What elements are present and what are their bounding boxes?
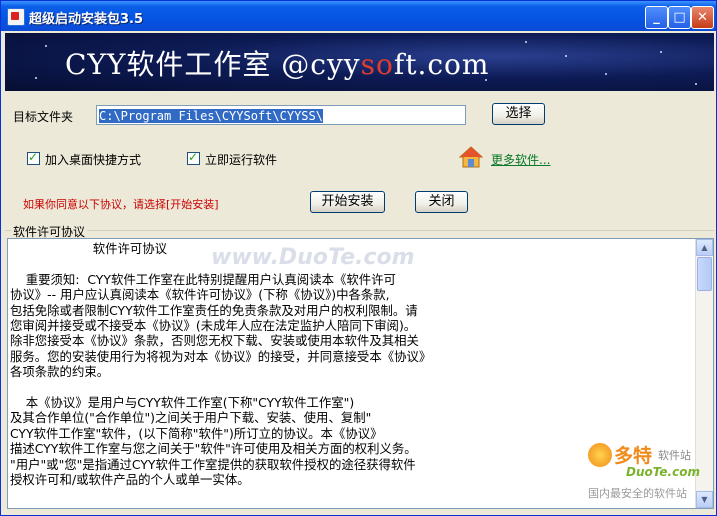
desktop-shortcut-label[interactable]: 加入桌面快捷方式 [45, 151, 141, 168]
more-software-link[interactable]: 更多软件... [491, 151, 550, 168]
target-folder-label: 目标文件夹 [13, 110, 74, 124]
title-bar[interactable]: 超级启动安装包3.5 _ □ ✕ [1, 1, 716, 31]
target-folder-path: C:\Program Files\CYYSoft\CYYSS\ [99, 109, 323, 123]
window-title: 超级启动安装包3.5 [29, 12, 144, 27]
agreement-notice: 如果你同意以下协议，请选择[开始安装] [23, 198, 219, 211]
run-now-checkbox[interactable] [187, 150, 200, 165]
watermark-corner-url: DuoTe.com [626, 465, 700, 479]
browse-button[interactable]: 选择 [492, 103, 545, 125]
watermark-corner: 多特 软件站 DuoTe.com 国内最安全的软件站 [586, 439, 716, 504]
watermark-corner-slogan: 国内最安全的软件站 [588, 487, 687, 500]
desktop-shortcut-checkbox[interactable] [27, 150, 40, 165]
start-install-button[interactable]: 开始安装 [310, 191, 385, 213]
watermark-corner-sub: 软件站 [658, 449, 691, 462]
run-now-label[interactable]: 立即运行软件 [205, 151, 277, 168]
banner-text-highlight: so [360, 48, 394, 81]
scroll-thumb[interactable] [697, 257, 712, 291]
banner-text: CYY软件工作室 @cyysoft.com [65, 43, 489, 83]
header-banner: CYY软件工作室 @cyysoft.com [5, 33, 714, 91]
scroll-up-button[interactable]: ▲ [696, 239, 713, 256]
target-folder-input[interactable]: C:\Program Files\CYYSoft\CYYSS\ [96, 105, 466, 125]
maximize-button[interactable]: □ [668, 6, 691, 29]
watermark-center: www.DuoTe.com [211, 245, 415, 270]
banner-text-suffix: ft.com [393, 48, 490, 81]
watermark-logo-icon [588, 443, 612, 467]
group-divider [5, 230, 714, 231]
close-window-button[interactable]: ✕ [691, 6, 714, 29]
banner-text-prefix: CYY软件工作室 @cyy [65, 48, 361, 81]
app-icon [7, 8, 25, 26]
home-icon[interactable] [459, 145, 483, 169]
minimize-button[interactable]: _ [645, 6, 668, 29]
close-button[interactable]: 关闭 [415, 191, 468, 213]
installer-window: 超级启动安装包3.5 _ □ ✕ CYY软件工作室 @cyysoft.com 目… [0, 0, 717, 516]
watermark-corner-title: 多特 [614, 445, 653, 467]
